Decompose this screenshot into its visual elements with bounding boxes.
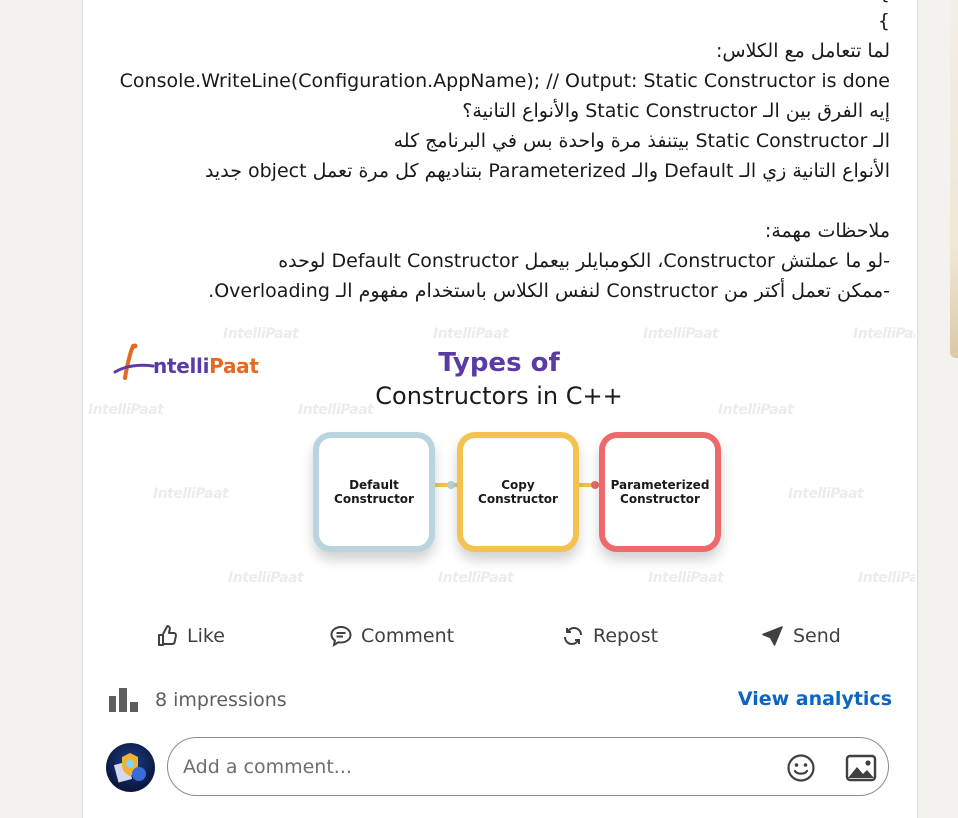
watermark: IntelliPaat (438, 570, 514, 586)
post-body: } } لما تتعامل مع الكلاس: Console.WriteL… (100, 0, 890, 306)
add-photo-button[interactable] (845, 754, 877, 782)
watermark: IntelliPaat (153, 486, 229, 502)
post-line-3: إيه الفرق بين الـ Static Constructor وال… (462, 100, 890, 122)
box-label: Constructor (620, 492, 700, 506)
constructor-type-default: Default Constructor (313, 432, 435, 552)
post-line-4: الـ Static Constructor بيتنفذ مرة واحدة … (393, 130, 890, 152)
watermark: IntelliPaat (788, 486, 864, 502)
image-title-line2: Constructors in C++ (375, 382, 623, 410)
adjacent-panel-edge (950, 0, 958, 358)
post-actions-bar: Like Comment Repost Send (83, 610, 915, 662)
post-line-note-2: -ممكن تعمل أكتر من Constructor لنفس الكل… (208, 280, 890, 302)
avatar[interactable] (106, 743, 155, 792)
post-line-note-1: -لو ما عملتش Constructor، الكومبايلر بيع… (278, 250, 890, 272)
code-closing-brace-partial: } (878, 0, 890, 4)
image-title-line1: Types of (438, 348, 560, 378)
post-line-1: لما تتعامل مع الكلاس: (715, 40, 890, 62)
watermark: IntelliPaat (643, 326, 719, 342)
comment-label: Comment (361, 625, 455, 647)
view-analytics-link[interactable]: View analytics (738, 688, 892, 710)
like-label: Like (187, 625, 225, 647)
post-line-5: الأنواع التانية زي الـ Default والـ Para… (204, 160, 890, 182)
box-label: Constructor (478, 492, 558, 506)
repost-icon (564, 626, 582, 646)
watermark: IntelliPaat (648, 570, 724, 586)
impressions-chart-icon (109, 688, 138, 712)
repost-button[interactable]: Repost (561, 610, 658, 662)
constructor-type-copy: Copy Constructor (457, 432, 579, 552)
emoji-button[interactable] (786, 753, 816, 783)
post-image[interactable]: IntelliPaat IntelliPaat IntelliPaat Inte… (83, 318, 915, 600)
emoji-icon (787, 754, 815, 782)
watermark: IntelliPaat (858, 570, 915, 586)
box-label: Default (349, 478, 399, 492)
constructor-type-parameterized: Parameterized Constructor (599, 432, 721, 552)
comment-button[interactable]: Comment (329, 610, 454, 662)
repost-label: Repost (593, 625, 659, 647)
box-label: Constructor (334, 492, 414, 506)
watermark: IntelliPaat (223, 326, 299, 342)
post-line-code: Console.WriteLine(Configuration.AppName)… (119, 70, 890, 92)
send-button[interactable]: Send (761, 610, 841, 662)
watermark: IntelliPaat (433, 326, 509, 342)
watermark: IntelliPaat (853, 326, 915, 342)
impressions-row[interactable]: 8 impressions (107, 686, 287, 714)
image-icon (845, 754, 877, 782)
box-label: Copy (501, 478, 535, 492)
like-icon (158, 625, 177, 646)
comment-placeholder: Add a comment... (183, 756, 352, 778)
watermark: IntelliPaat (228, 570, 304, 586)
avatar-image (113, 753, 146, 783)
like-button[interactable]: Like (155, 610, 225, 662)
post-line-brace: } (877, 10, 890, 32)
send-icon (762, 626, 783, 646)
send-label: Send (793, 625, 841, 647)
comment-icon (330, 625, 352, 648)
impressions-count: 8 impressions (155, 689, 287, 711)
post-line-notes-heading: ملاحظات مهمة: (764, 220, 890, 242)
box-label: Parameterized (610, 478, 710, 492)
comment-input[interactable]: Add a comment... (167, 737, 889, 796)
